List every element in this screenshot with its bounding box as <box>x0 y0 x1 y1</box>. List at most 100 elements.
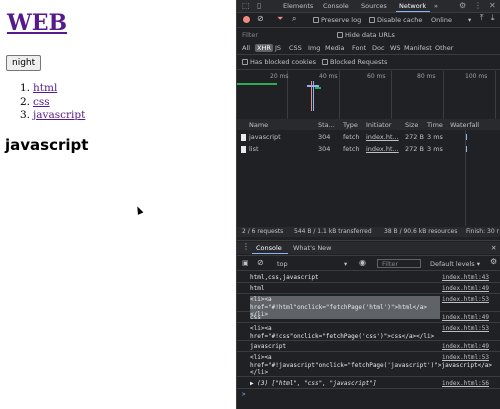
console-message[interactable]: ▶ (3) ["html", "css", "javascript"] inde… <box>237 377 500 389</box>
log-source-link[interactable]: index.html:49 <box>442 314 489 321</box>
log-source-link[interactable]: index.html:49 <box>442 285 489 292</box>
network-toolbar: ⊘ ⏷ ⌕ Preserve log Disable cache Online … <box>237 13 500 27</box>
console-message: html,css,javascript index.html:43 <box>237 272 500 283</box>
type-filter-row: All XHR JS CSS Img Media Font Doc WS Man… <box>237 42 500 54</box>
type-ws[interactable]: WS <box>390 44 401 52</box>
kebab-menu-icon[interactable]: ⋮ <box>474 1 482 10</box>
sidebar-toggle-icon[interactable]: ▣ <box>242 259 249 267</box>
more-tabs-icon[interactable]: » <box>434 2 438 10</box>
filter-input[interactable]: Filter <box>242 31 258 39</box>
request-initiator[interactable]: index.ht... <box>366 145 399 153</box>
hide-data-urls-checkbox[interactable]: Hide data URLs <box>337 31 395 39</box>
chevron-down-icon[interactable]: ▾ <box>344 260 347 268</box>
filter-icon[interactable]: ⏷ <box>277 14 283 24</box>
type-font[interactable]: Font <box>352 44 366 52</box>
type-js[interactable]: JS <box>275 44 281 52</box>
disable-cache-label: Disable cache <box>377 16 423 24</box>
console-prompt[interactable]: > <box>242 391 246 398</box>
log-source-link[interactable]: index.html:43 <box>442 274 489 281</box>
record-icon[interactable] <box>243 16 250 23</box>
list-item: 1. html <box>20 82 85 96</box>
upload-icon[interactable]: ⤒ <box>480 13 484 23</box>
link-html[interactable]: html <box>33 82 57 94</box>
gear-icon[interactable]: ⚙ <box>459 1 466 10</box>
type-media[interactable]: Media <box>325 44 345 52</box>
list-item: 2. css <box>20 96 85 110</box>
log-source-link[interactable]: index.html:53 <box>442 325 489 332</box>
link-css[interactable]: css <box>33 96 50 108</box>
has-blocked-cookies-checkbox[interactable]: Has blocked cookies <box>242 58 316 66</box>
download-icon[interactable]: ⤓ <box>491 13 495 23</box>
col-status[interactable]: Sta... <box>318 121 335 129</box>
tab-console[interactable]: Console <box>323 2 349 10</box>
request-type: fetch <box>343 133 360 141</box>
type-doc[interactable]: Doc <box>372 44 385 52</box>
night-button[interactable]: night <box>6 55 42 71</box>
request-type: fetch <box>343 145 360 153</box>
tab-network[interactable]: Network <box>399 2 426 10</box>
clear-icon[interactable]: ⊘ <box>257 14 264 23</box>
request-size: 272 B <box>405 133 424 141</box>
clear-console-icon[interactable]: ⊘ <box>257 258 264 267</box>
type-css[interactable]: CSS <box>289 44 302 52</box>
filter-row: Filter Hide data URLs <box>237 29 500 41</box>
col-name[interactable]: Name <box>249 121 268 129</box>
tab-elements[interactable]: Elements <box>283 2 313 10</box>
chevron-down-icon[interactable]: ▾ <box>468 16 471 24</box>
tab-sources[interactable]: Sources <box>361 2 387 10</box>
col-size[interactable]: Size <box>405 121 418 129</box>
close-drawer-icon[interactable]: ✕ <box>491 244 496 252</box>
close-icon[interactable]: ✕ <box>489 1 496 10</box>
type-other[interactable]: Other <box>435 44 453 52</box>
kebab-menu-icon[interactable]: ⋮ <box>242 242 250 251</box>
list-item: 3. javascript <box>20 109 85 123</box>
gear-icon[interactable]: ⚙ <box>490 257 497 266</box>
table-row[interactable]: list 304 fetch index.ht... 272 B 3 ms <box>237 143 500 155</box>
col-waterfall[interactable]: Waterfall <box>450 121 479 129</box>
table-row[interactable]: javascript 304 fetch index.ht... 272 B 3… <box>237 131 500 143</box>
status-requests: 2 / 6 requests <box>242 228 284 235</box>
inspect-element-icon[interactable]: ⬚ <box>242 1 250 10</box>
col-time[interactable]: Time <box>427 121 443 129</box>
request-initiator[interactable]: index.ht... <box>366 133 399 141</box>
request-status: 304 <box>318 133 331 141</box>
list-number: 3. <box>20 109 31 121</box>
type-all[interactable]: All <box>242 44 250 52</box>
active-tab-indicator <box>252 253 288 254</box>
has-blocked-cookies-label: Has blocked cookies <box>250 58 317 66</box>
log-source-link[interactable]: index.html:53 <box>442 354 489 361</box>
log-array[interactable]: ▶ (3) ["html", "css", "javascript"] <box>250 380 440 388</box>
col-initiator[interactable]: Initiator <box>366 121 391 129</box>
disable-cache-checkbox[interactable]: Disable cache <box>369 16 422 24</box>
load-marker <box>311 81 312 111</box>
blocked-row: Has blocked cookies Blocked Requests <box>237 56 500 68</box>
context-select[interactable]: top <box>277 260 288 268</box>
type-xhr[interactable]: XHR <box>255 44 273 52</box>
log-source-link[interactable]: index.html:56 <box>442 380 489 387</box>
drawer-tabbar: ⋮ Console What's New ✕ <box>237 242 500 254</box>
device-toolbar-icon[interactable]: ▯ <box>257 1 261 10</box>
title-link[interactable]: WEB <box>7 10 67 36</box>
timeline-overview[interactable]: 20 ms 40 ms 60 ms 80 ms 100 ms <box>237 71 500 119</box>
request-name: list <box>249 145 259 153</box>
type-manifest[interactable]: Manifest <box>404 44 432 52</box>
request-time: 3 ms <box>427 145 443 153</box>
network-status-bar: 2 / 6 requests 544 B / 1.1 kB transferre… <box>237 227 500 237</box>
drawer-tab-console[interactable]: Console <box>256 244 282 252</box>
log-source-link[interactable]: index.html:49 <box>442 343 489 350</box>
col-type[interactable]: Type <box>343 121 358 129</box>
console-message: <li><a href="#!html"onclick="fetchPage('… <box>237 294 500 319</box>
link-javascript[interactable]: javascript <box>33 109 85 121</box>
list-number: 1. <box>20 82 31 94</box>
eye-icon[interactable]: ◉ <box>359 258 366 267</box>
drawer-tab-whats-new[interactable]: What's New <box>293 244 332 252</box>
log-source-link[interactable]: index.html:53 <box>442 296 489 303</box>
console-message: javascript index.html:49 <box>237 341 500 352</box>
preserve-log-checkbox[interactable]: Preserve log <box>313 16 361 24</box>
log-levels-select[interactable]: Default levels ▾ <box>430 260 480 268</box>
type-img[interactable]: Img <box>308 44 320 52</box>
blocked-requests-label: Blocked Requests <box>330 58 388 66</box>
throttle-select[interactable]: Online <box>431 16 452 24</box>
blocked-requests-checkbox[interactable]: Blocked Requests <box>322 58 387 66</box>
search-icon[interactable]: ⌕ <box>292 14 296 24</box>
